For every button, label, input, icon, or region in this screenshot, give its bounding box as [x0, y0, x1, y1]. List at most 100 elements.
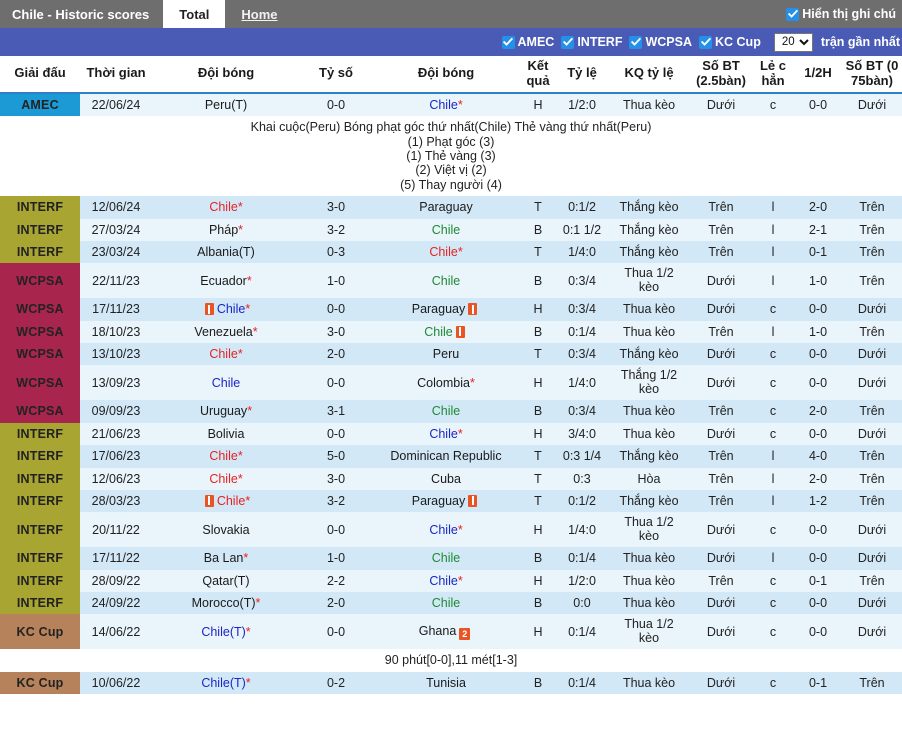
column-header-score[interactable]: Tỷ số — [300, 56, 372, 94]
home-team-cell[interactable]: Chile* — [152, 489, 300, 513]
home-team-cell[interactable]: Albania(T) — [152, 240, 300, 264]
away-team-cell[interactable]: Peru — [372, 343, 520, 366]
home-team-cell[interactable]: Morocco(T)* — [152, 592, 300, 615]
away-team-cell[interactable]: Chile* — [372, 422, 520, 446]
table-row[interactable]: WCPSA 09/09/23 Uruguay* 3-1 Chile B 0:3/4 Thua … — [0, 400, 902, 423]
table-row[interactable]: INTERF 17/06/23 Chile* 5-0 Dominican Republi… — [0, 445, 902, 468]
home-team-cell[interactable]: Chile — [152, 365, 300, 401]
away-team-cell[interactable]: Cuba — [372, 467, 520, 490]
home-team-cell[interactable]: Slovakia — [152, 512, 300, 548]
tab-total[interactable]: Total — [163, 0, 226, 28]
show-notes-checkbox[interactable] — [786, 7, 800, 21]
table-row[interactable]: INTERF 28/03/23 Chile* 3-2 Paraguay T 0:1/2 Thắ… — [0, 489, 902, 513]
column-header-handicap[interactable]: Tỷ lệ — [556, 56, 608, 94]
league-badge[interactable]: INTERF — [0, 489, 80, 513]
filter-amec-checkbox[interactable] — [501, 35, 515, 49]
home-team-cell[interactable]: Ecuador* — [152, 263, 300, 299]
away-team-cell[interactable]: Chile* — [372, 240, 520, 264]
league-badge[interactable]: INTERF — [0, 218, 80, 241]
column-header-half-time[interactable]: 1/2H — [794, 56, 842, 94]
column-header-odd-even[interactable]: Lẻ c hẳn — [752, 56, 794, 94]
table-row[interactable]: WCPSA 13/09/23 Chile 0-0 Colombia* H 1/4:0 Thắn… — [0, 365, 902, 401]
column-header-result[interactable]: Kết quả — [520, 56, 556, 94]
filter-interf[interactable]: INTERF — [561, 35, 622, 49]
table-row[interactable]: INTERF 17/11/22 Ba Lan* 1-0 Chile B 0:1/4 Thua … — [0, 547, 902, 570]
table-row[interactable]: INTERF 24/09/22 Morocco(T)* 2-0 Chile B 0:0 Thu… — [0, 592, 902, 615]
away-team-cell[interactable]: Paraguay — [372, 196, 520, 219]
away-team-cell[interactable]: Tunisia — [372, 671, 520, 695]
league-badge[interactable]: INTERF — [0, 445, 80, 468]
league-badge[interactable]: INTERF — [0, 569, 80, 592]
away-team-cell[interactable]: Paraguay — [372, 298, 520, 321]
match-count-select[interactable]: 10203050 — [773, 32, 813, 52]
table-row[interactable]: KC Cup 10/06/22 Chile(T)* 0-2 Tunisia B 0:1/4 T… — [0, 671, 902, 695]
home-team-cell[interactable]: Chile(T)* — [152, 671, 300, 695]
league-badge[interactable]: INTERF — [0, 422, 80, 446]
away-team-cell[interactable]: Chile — [372, 320, 520, 343]
column-header-away-team[interactable]: Đội bóng — [372, 56, 520, 94]
home-team-cell[interactable]: Chile(T)* — [152, 614, 300, 650]
table-row[interactable]: INTERF 28/09/22 Qatar(T) 2-2 Chile* H 1/2:0 Thu… — [0, 569, 902, 592]
filter-kccup[interactable]: KC Cup — [699, 35, 761, 49]
home-team-cell[interactable]: Venezuela* — [152, 320, 300, 343]
table-row[interactable]: INTERF 21/06/23 Bolivia 0-0 Chile* H 3/4:0 Thua… — [0, 422, 902, 446]
filter-wcpsa-checkbox[interactable] — [629, 35, 643, 49]
column-header-over-under-075[interactable]: Số BT (0 75bàn) — [842, 56, 902, 94]
filter-interf-checkbox[interactable] — [561, 35, 575, 49]
away-team-cell[interactable]: Paraguay — [372, 489, 520, 513]
table-row[interactable]: AMEC 22/06/24 Peru(T) 0-0 Chile* H 1/2:0 Thua k… — [0, 92, 902, 117]
column-header-home-team[interactable]: Đội bóng — [152, 56, 300, 94]
table-row[interactable]: KC Cup 14/06/22 Chile(T)* 0-0 Ghana 2 H 0:1/4 Th… — [0, 614, 902, 650]
league-badge[interactable]: WCPSA — [0, 343, 80, 366]
away-team-cell[interactable]: Chile* — [372, 569, 520, 592]
table-row[interactable]: WCPSA 17/11/23 Chile* 0-0 Paraguay H 0:3/4 Thua… — [0, 298, 902, 321]
home-team-cell[interactable]: Bolivia — [152, 422, 300, 446]
league-badge[interactable]: INTERF — [0, 512, 80, 548]
table-row[interactable]: INTERF 12/06/24 Chile* 3-0 Paraguay T 0:1/2 Thắ… — [0, 196, 902, 219]
league-badge[interactable]: INTERF — [0, 467, 80, 490]
home-team-cell[interactable]: Chile* — [152, 445, 300, 468]
league-badge[interactable]: WCPSA — [0, 298, 80, 321]
column-header-time[interactable]: Thời gian — [80, 56, 152, 94]
league-badge[interactable]: AMEC — [0, 92, 80, 117]
league-badge[interactable]: INTERF — [0, 547, 80, 570]
away-team-cell[interactable]: Chile* — [372, 92, 520, 117]
filter-amec[interactable]: AMEC — [501, 35, 554, 49]
show-notes-toggle[interactable]: Hiển thị ghi chú — [786, 0, 902, 28]
home-team-cell[interactable]: Chile* — [152, 196, 300, 219]
table-row[interactable]: WCPSA 18/10/23 Venezuela* 3-0 Chile B 0:1/4 Thu… — [0, 320, 902, 343]
league-badge[interactable]: KC Cup — [0, 614, 80, 650]
away-team-cell[interactable]: Chile — [372, 400, 520, 423]
table-row[interactable]: WCPSA 13/10/23 Chile* 2-0 Peru T 0:3/4 Thắng kè… — [0, 343, 902, 366]
away-team-cell[interactable]: Chile — [372, 263, 520, 299]
home-team-cell[interactable]: Ba Lan* — [152, 547, 300, 570]
league-badge[interactable]: INTERF — [0, 240, 80, 264]
home-team-cell[interactable]: Qatar(T) — [152, 569, 300, 592]
home-team-cell[interactable]: Chile* — [152, 343, 300, 366]
table-row[interactable]: INTERF 23/03/24 Albania(T) 0-3 Chile* T 1/4:0 T… — [0, 240, 902, 264]
league-badge[interactable]: INTERF — [0, 592, 80, 615]
home-team-cell[interactable]: Peru(T) — [152, 92, 300, 117]
away-team-cell[interactable]: Chile — [372, 592, 520, 615]
table-row[interactable]: INTERF 27/03/24 Pháp* 3-2 Chile B 0:1 1/2 Thắng… — [0, 218, 902, 241]
column-header-league[interactable]: Giải đấu — [0, 56, 80, 94]
table-row[interactable]: INTERF 12/06/23 Chile* 3-0 Cuba T 0:3 Hòa Trên l 2… — [0, 467, 902, 490]
away-team-cell[interactable]: Chile — [372, 547, 520, 570]
column-header-handicap-result[interactable]: KQ tỷ lệ — [608, 56, 690, 94]
filter-wcpsa[interactable]: WCPSA — [629, 35, 692, 49]
away-team-cell[interactable]: Chile* — [372, 512, 520, 548]
home-team-cell[interactable]: Uruguay* — [152, 400, 300, 423]
league-badge[interactable]: WCPSA — [0, 320, 80, 343]
home-team-cell[interactable]: Chile* — [152, 298, 300, 321]
league-badge[interactable]: INTERF — [0, 196, 80, 219]
home-team-cell[interactable]: Chile* — [152, 467, 300, 490]
away-team-cell[interactable]: Dominican Republic — [372, 445, 520, 468]
filter-kccup-checkbox[interactable] — [699, 35, 712, 49]
league-badge[interactable]: WCPSA — [0, 400, 80, 423]
home-team-cell[interactable]: Pháp* — [152, 218, 300, 241]
away-team-cell[interactable]: Chile — [372, 218, 520, 241]
league-badge[interactable]: WCPSA — [0, 263, 80, 299]
league-badge[interactable]: KC Cup — [0, 671, 80, 695]
table-row[interactable]: WCPSA 22/11/23 Ecuador* 1-0 Chile B 0:3/4 Thua … — [0, 263, 902, 299]
away-team-cell[interactable]: Colombia* — [372, 365, 520, 401]
